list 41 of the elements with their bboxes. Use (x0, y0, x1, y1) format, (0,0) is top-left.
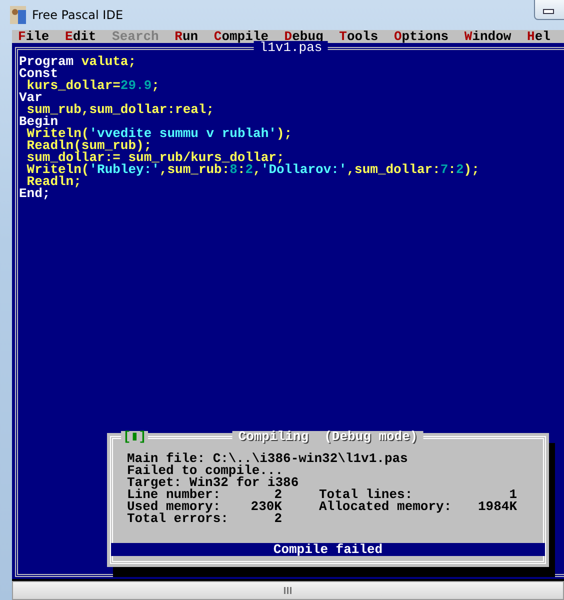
stat-label: Line number: (127, 489, 222, 501)
code-line: Writeln('vvedite summu v rublah'); (26, 128, 294, 140)
stat-label: Total errors: (127, 513, 230, 525)
menu-item[interactable]: Hel (523, 30, 558, 43)
code-line: kurs_dollar=29.9; (26, 80, 160, 92)
code-line: Readln; (26, 176, 82, 188)
menu-item[interactable]: Options (390, 30, 456, 43)
code-line: Const (19, 68, 58, 80)
code-line: End; (19, 188, 50, 200)
code-line: Var (19, 92, 42, 104)
stat-label: Used memory: (127, 501, 222, 513)
stat-value: 2 (274, 489, 282, 501)
stat-label: Total lines: (319, 489, 414, 501)
menu-item[interactable]: Edit (61, 30, 104, 43)
menu-item[interactable]: File (14, 30, 58, 43)
info-text: Target: Win32 for i386 (127, 477, 300, 489)
code-line: Writeln('Rubley:',sum_rub:8:2,'Dollarov:',sum_dollar:7:2); (26, 164, 480, 176)
stat-value: 1 (509, 489, 517, 501)
stat-value: 1984K (478, 501, 517, 513)
code-line: Readln(sum_rub); (26, 140, 152, 152)
editor-title: l1v1.pas (254, 41, 328, 54)
stat-label: Allocated memory: (319, 501, 449, 513)
grip-icon (284, 587, 292, 594)
status-text: Compile failed (111, 543, 545, 556)
code-line: sum_dollar:= sum_rub/kurs_dollar; (26, 152, 284, 164)
info-text: Main file: C:\..\i386-win32\l1v1.pas (127, 453, 409, 465)
menu-item[interactable]: Compile (210, 30, 276, 43)
window-title: Free Pascal IDE (32, 8, 124, 22)
code-line: Begin (19, 116, 58, 128)
scroll-bar[interactable] (12, 581, 564, 600)
info-text: Failed to compile... (127, 465, 284, 477)
menu-item[interactable]: Run (170, 30, 206, 43)
code-line: sum_rub,sum_dollar:real; (26, 104, 216, 116)
stat-value: 2 (274, 513, 282, 525)
menu-item[interactable]: Tools (335, 30, 386, 43)
stat-value: 230K (250, 501, 282, 513)
dialog-title: Compiling (Debug mode) (232, 431, 424, 443)
app-icon (10, 6, 26, 24)
code-line: Program valuta; (19, 56, 138, 68)
minimize-button[interactable] (534, 0, 564, 20)
menu-item[interactable]: Window (460, 30, 519, 43)
